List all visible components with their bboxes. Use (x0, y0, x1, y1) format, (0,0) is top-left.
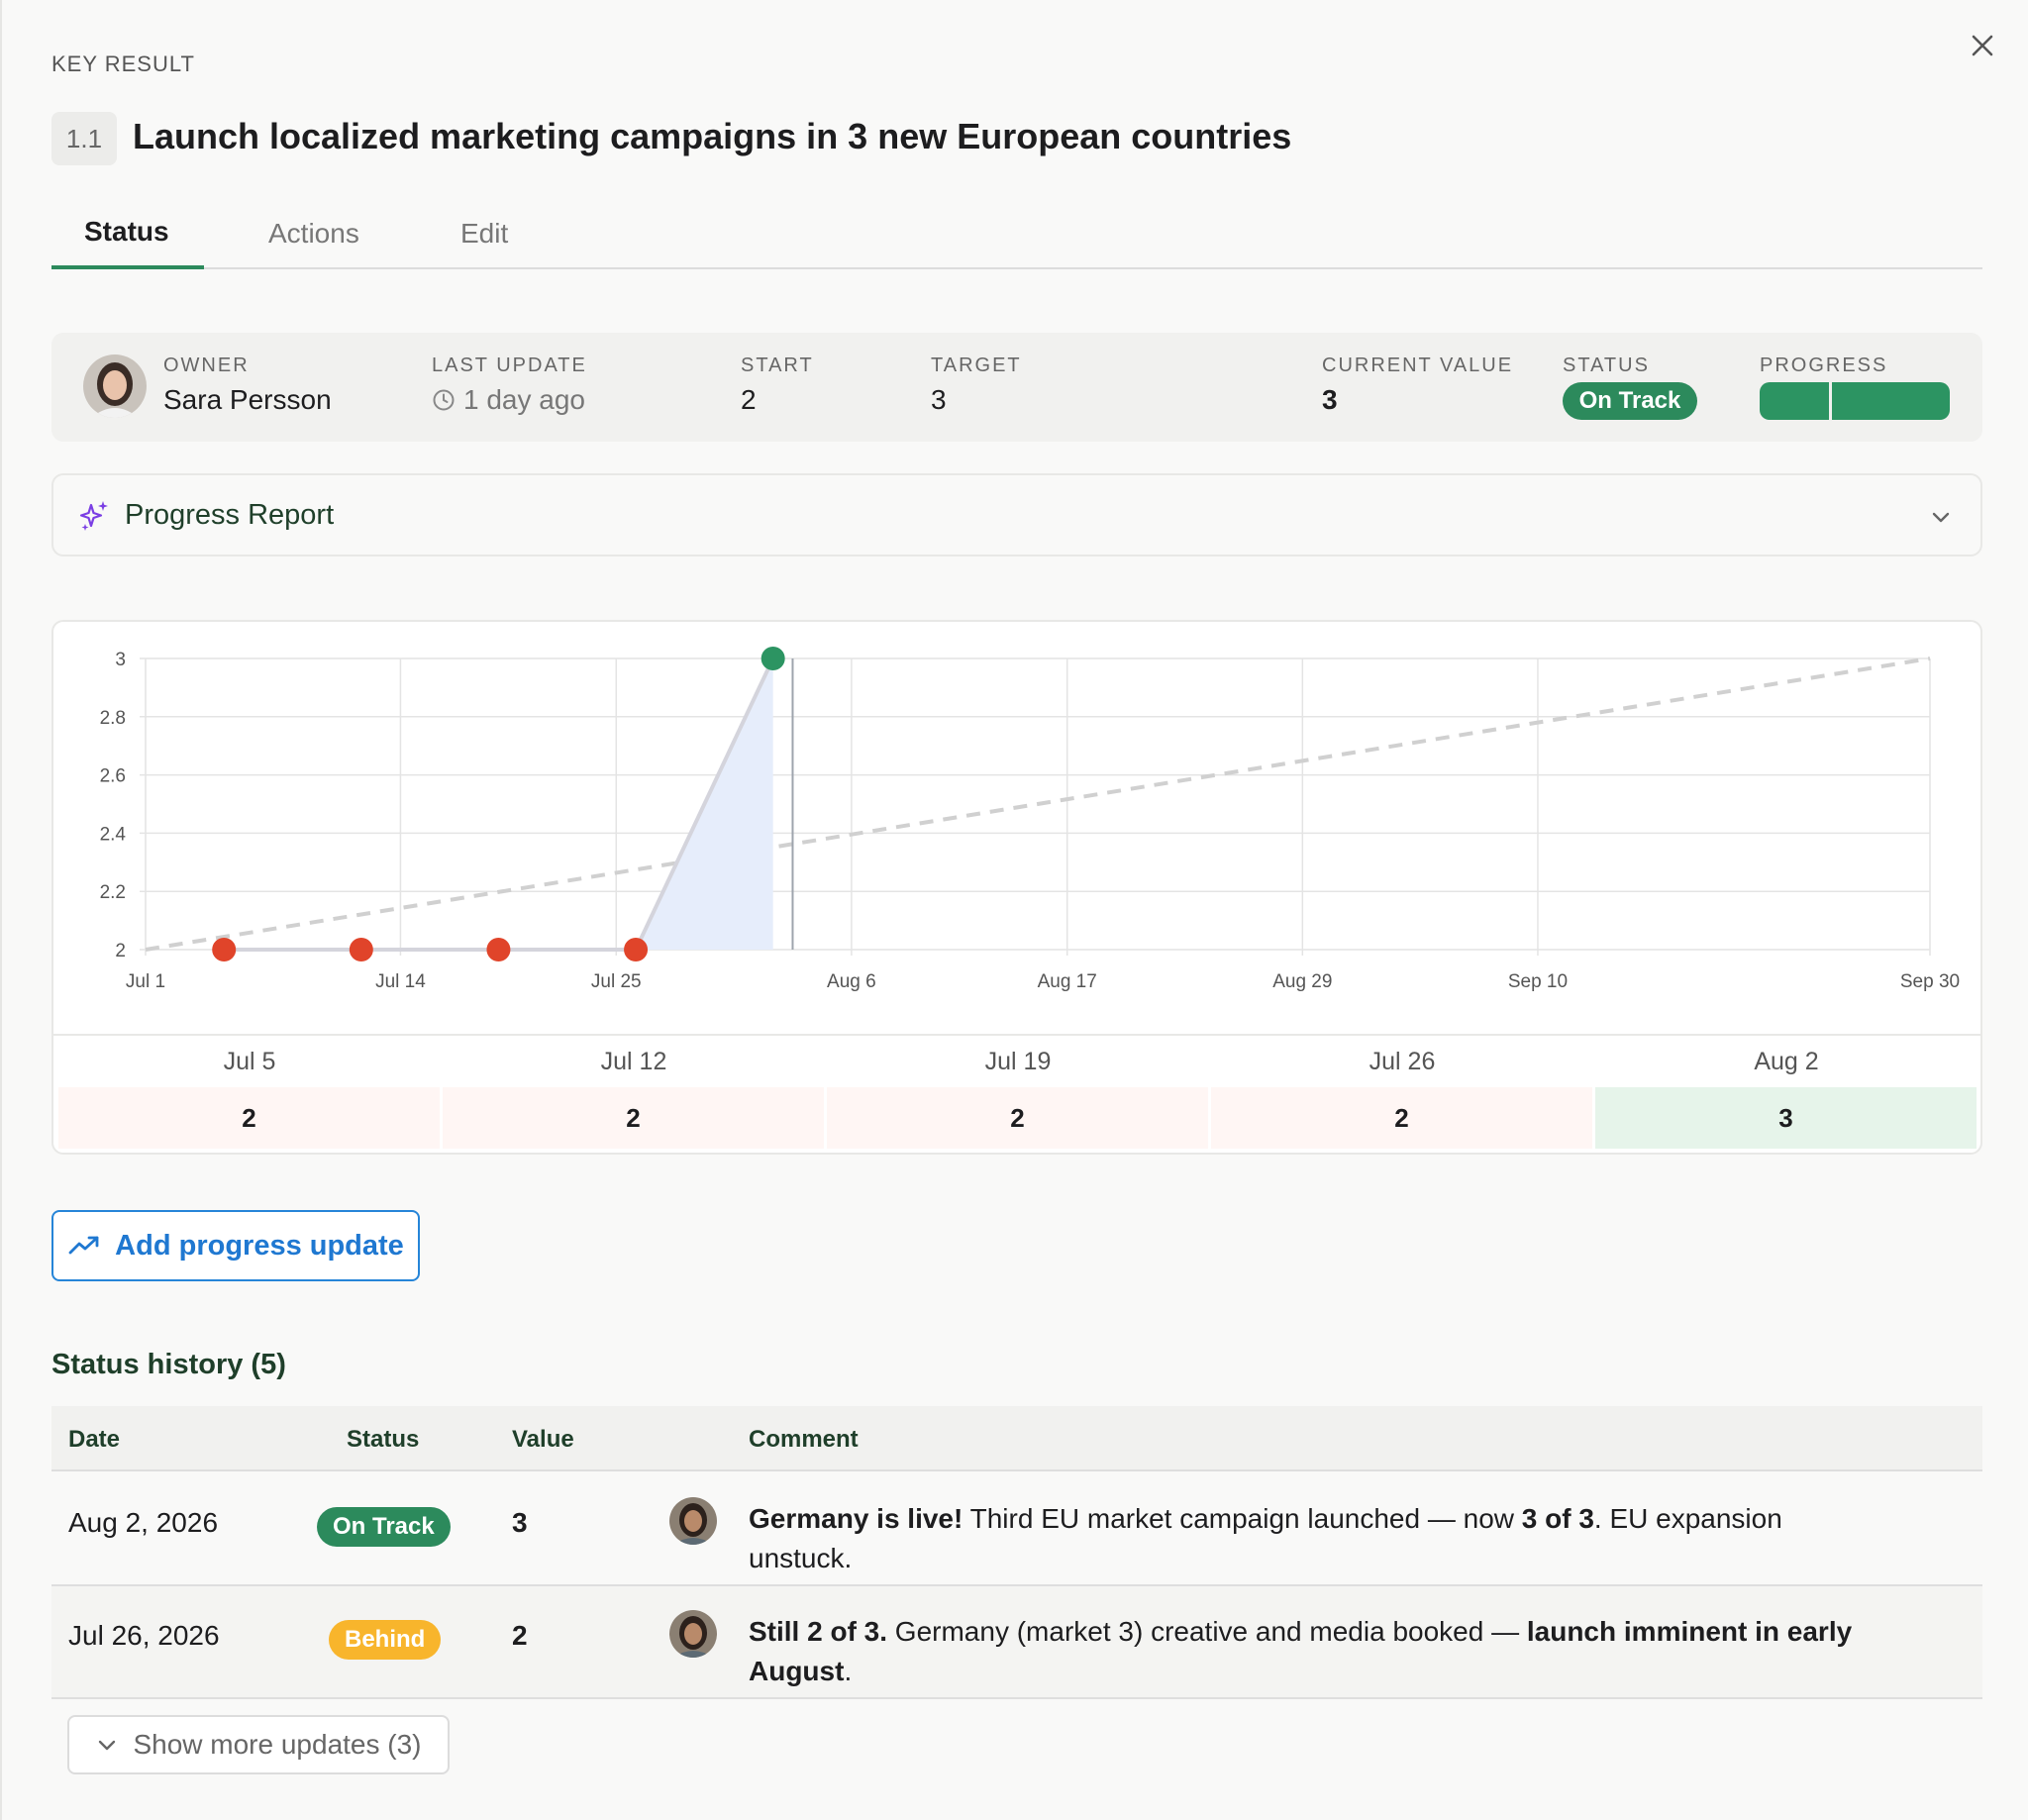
table-row: Aug 2, 2026 On Track 3 Germany is live! Thi… (51, 1473, 1982, 1586)
progress-report-toggle[interactable]: Progress Report (51, 473, 1982, 556)
avatar (669, 1610, 717, 1658)
data-point (624, 938, 649, 961)
add-progress-update-label: Add progress update (115, 1229, 404, 1262)
start-label: START (741, 354, 814, 376)
comment-text: Germany (market 3) creative and media bo… (887, 1616, 1527, 1647)
row-value: 3 (512, 1507, 528, 1538)
x-tick-label: Jul 25 (591, 971, 642, 992)
comment-emphasis: Germany is live! (749, 1503, 963, 1534)
week-label: Jul 5 (223, 1048, 276, 1075)
y-tick-label: 2.6 (100, 766, 126, 787)
owner-name: Sara Persson (163, 384, 332, 415)
week-label: Aug 2 (1754, 1048, 1819, 1075)
tab-actions[interactable]: Actions (268, 218, 359, 279)
data-point (349, 938, 373, 961)
page-title: Launch localized marketing campaigns in … (133, 116, 1292, 156)
row-date: Jul 26, 2026 (68, 1620, 220, 1651)
week-label: Jul 19 (984, 1048, 1052, 1075)
key-result-panel: KEY RESULT 1.1 Launch localized marketin… (0, 0, 2028, 1820)
x-tick-label: Jul 14 (375, 971, 426, 992)
week-value: 2 (58, 1087, 440, 1149)
week-label: Jul 12 (600, 1048, 667, 1075)
data-point (486, 938, 511, 961)
column-status: Status (347, 1426, 420, 1453)
chevron-down-icon (99, 1740, 116, 1751)
comment-text: Third EU market campaign launched — now (963, 1503, 1522, 1534)
row-comment: Still 2 of 3. Germany (market 3) creativ… (749, 1612, 1887, 1691)
column-comment: Comment (749, 1426, 859, 1453)
summary-card: OWNER Sara Persson LAST UPDATE 1 day ago… (51, 333, 1982, 442)
progress-chart: 3 2.8 2.6 2.4 2.2 2Jul 1 Jul 14 Jul 25 Aug 6 Aug … (100, 647, 1960, 992)
current-value-label: CURRENT VALUE (1322, 354, 1514, 376)
sparkles-icon (79, 501, 108, 531)
week-value: 3 (1595, 1087, 1977, 1149)
status-badge: On Track (1563, 382, 1697, 420)
target-trend-line (145, 657, 1931, 952)
row-value: 2 (512, 1620, 528, 1651)
x-tick-label: Aug 17 (1038, 971, 1097, 992)
y-tick-label: 3 (115, 650, 126, 670)
y-tick-label: 2.2 (100, 882, 126, 903)
x-tick-label: Aug 6 (827, 971, 876, 992)
status-badge: Behind (329, 1620, 442, 1660)
tab-bar: Status Actions Edit (51, 208, 1982, 269)
status-badge: On Track (317, 1507, 451, 1547)
y-tick-label: 2 (115, 941, 126, 961)
progress-label: PROGRESS (1760, 354, 1888, 376)
comment-emphasis: Still 2 of 3. (749, 1616, 888, 1647)
comment-emphasis: 3 of 3 (1521, 1503, 1594, 1534)
avatar (669, 1497, 717, 1545)
row-comment: Germany is live! Third EU market campaig… (749, 1499, 1887, 1578)
owner-label: OWNER (163, 354, 250, 376)
week-value: 2 (1211, 1087, 1592, 1149)
column-value: Value (512, 1426, 574, 1453)
current-value: 3 (1322, 384, 1338, 415)
progress-segment (1760, 382, 1829, 420)
status-label: STATUS (1563, 354, 1650, 376)
start-value: 2 (741, 384, 757, 415)
progress-chart-card: 3 2.8 2.6 2.4 2.2 2 Jul 1 Jul 14 Jul 25 Aug 6 Aug … (51, 620, 1982, 1155)
last-update-text: 1 day ago (463, 384, 585, 415)
target-label: TARGET (931, 354, 1022, 376)
row-date: Aug 2, 2026 (68, 1507, 219, 1538)
week-value: 2 (443, 1087, 824, 1149)
tab-edit[interactable]: Edit (460, 218, 508, 279)
status-history-header: Date Status Value Comment (51, 1406, 1982, 1471)
week-label: Jul 26 (1369, 1048, 1436, 1075)
show-more-updates-button[interactable]: Show more updates (3) (67, 1715, 450, 1774)
data-point (760, 647, 785, 670)
data-point (212, 938, 237, 961)
x-tick-label: Sep 30 (1900, 971, 1960, 992)
x-tick-label: Aug 29 (1272, 971, 1332, 992)
last-update-label: LAST UPDATE (432, 354, 587, 376)
close-icon[interactable] (1967, 30, 1998, 61)
active-tab-indicator (51, 265, 204, 269)
chart-divider (53, 1034, 1980, 1036)
progress-bar (1760, 382, 1950, 420)
table-row: Jul 26, 2026 Behind 2 Still 2 of 3. Germany… (51, 1586, 1982, 1699)
column-date: Date (68, 1426, 121, 1453)
y-tick-label: 2.4 (100, 824, 127, 845)
add-progress-update-button[interactable]: Add progress update (51, 1210, 420, 1281)
key-result-id: 1.1 (51, 112, 117, 165)
last-update-value: 1 day ago (432, 384, 585, 416)
y-tick-label: 2.8 (100, 708, 126, 729)
target-value: 3 (931, 384, 947, 415)
x-tick-label: Jul 1 (126, 971, 165, 992)
week-value: 2 (827, 1087, 1208, 1149)
x-tick-label: Sep 10 (1508, 971, 1568, 992)
progress-report-title: Progress Report (125, 499, 335, 531)
trending-up-icon (68, 1236, 99, 1255)
comment-text: . (844, 1656, 853, 1686)
show-more-updates-label: Show more updates (3) (133, 1729, 422, 1760)
eyebrow-label: KEY RESULT (51, 51, 195, 76)
progress-segment (1832, 382, 1950, 420)
chevron-down-icon (1932, 512, 1950, 523)
clock-icon (433, 389, 455, 411)
status-history-title: Status history (5) (51, 1349, 286, 1380)
owner-avatar (83, 354, 147, 418)
